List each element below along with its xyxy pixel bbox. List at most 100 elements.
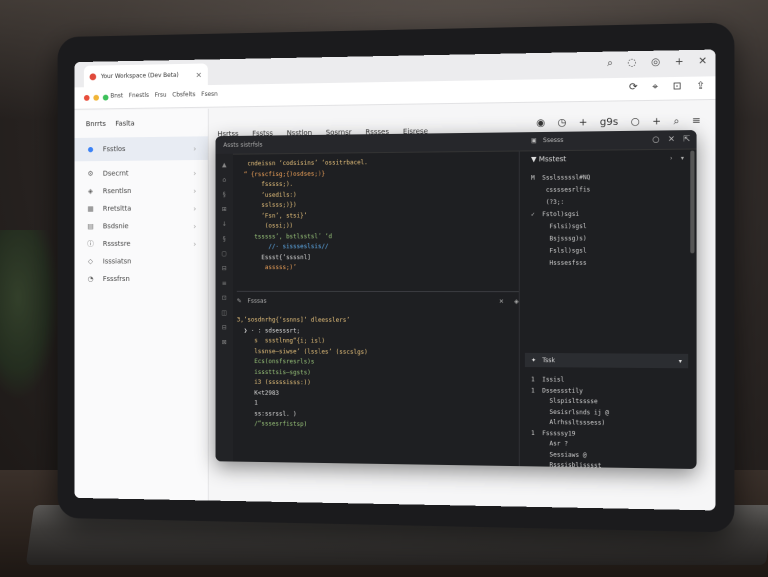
outline-item[interactable]: Hsssesfsss — [531, 258, 590, 270]
bookmark[interactable]: Bnst — [110, 92, 123, 99]
bookmark[interactable]: Fnestls — [129, 92, 149, 99]
bookmark[interactable]: Fsesn — [201, 91, 218, 98]
right-panel-header: ▣ Ssesss ○ ✕ ⇱ — [525, 130, 697, 148]
gutter-icon[interactable]: ⊞ — [222, 206, 227, 213]
outline-item[interactable]: cssssesrlfis — [531, 184, 590, 197]
search-icon[interactable]: ⌕ — [607, 58, 613, 69]
menu-icon[interactable]: ≡ — [692, 116, 701, 127]
sidebar-item-active[interactable]: ● Fsstlos › — [75, 136, 208, 161]
favicon-icon — [90, 73, 97, 80]
sidebar-header-item[interactable]: Faslta — [115, 120, 134, 128]
search-icon[interactable]: ⌕ — [674, 116, 680, 127]
add-icon[interactable]: + — [675, 56, 684, 67]
chevron-down-icon[interactable]: ▾ — [681, 154, 684, 161]
outline-item[interactable]: Fslsl)sgsl — [531, 245, 590, 257]
maximize-dot-icon[interactable] — [103, 95, 109, 101]
outline-item[interactable]: Fslsi)sgsl — [531, 221, 590, 233]
sidebar-header: Bnrrts Faslta — [75, 109, 208, 138]
sidebar-item[interactable]: ◔ Fsssfrsn — [75, 270, 208, 288]
user-icon[interactable]: ◉ — [536, 118, 545, 129]
gutter-icon[interactable]: ≡ — [222, 280, 227, 287]
chat-icon[interactable]: ◌ — [627, 57, 636, 68]
gutter-icon[interactable]: ⊠ — [222, 339, 227, 346]
close-dot-icon[interactable] — [84, 95, 90, 101]
editor-header-title: Assts sistrfsls — [223, 141, 262, 148]
outline-item[interactable]: ✓ Fstol)sgsi — [531, 209, 590, 222]
gutter-icon[interactable]: ⌂ — [222, 176, 226, 183]
gutter-icon[interactable]: ◫ — [221, 310, 226, 317]
close-icon[interactable]: ✕ — [668, 134, 675, 143]
browser-tab[interactable]: Your Workspace (Dev Beta) × — [84, 63, 208, 87]
outline-item[interactable]: Bsjsssg)s) — [531, 233, 590, 245]
panel-header: ✎ Fsssas ✕ ◈ — [237, 294, 519, 309]
clock-icon[interactable]: ◷ — [557, 117, 566, 128]
task-tree[interactable]: 1 Issisl 1 Dssessstily Slspisltsssse Sesi… — [531, 375, 609, 469]
close-icon[interactable]: ✕ — [499, 298, 504, 305]
gear-icon: ⚙ — [86, 170, 95, 178]
code-line: s ssstlnng“{i; isl) — [237, 336, 368, 347]
sidebar-header-item[interactable]: Bnrrts — [86, 120, 106, 128]
panel-divider — [237, 291, 519, 292]
sidebar-item[interactable]: ▤ Bsdsnie › — [75, 217, 208, 235]
gutter-icon[interactable]: ▲ — [222, 162, 226, 169]
counter: g9s — [600, 117, 619, 128]
outline-list[interactable]: M Ssslsssssl#NQ cssssesrlfis (?3;: ✓ Fsto… — [531, 172, 590, 270]
code-line: ‘Fsn’, stsi}’ — [237, 211, 368, 222]
lock-icon[interactable]: ⊡ — [673, 81, 682, 92]
code-line: Essst{‘ssssnl] — [237, 253, 368, 264]
tree-title: Tssk — [542, 357, 555, 364]
sidebar-item[interactable]: ◇ Isssiatsn — [75, 252, 208, 270]
chevron-right-icon: › — [193, 204, 196, 213]
add-icon[interactable]: + — [652, 116, 661, 127]
share-icon[interactable]: ⇪ — [696, 81, 705, 92]
chevron-right-icon: › — [193, 221, 196, 230]
sidebar-item[interactable]: ▦ Rretsltta › — [75, 199, 208, 217]
tree-item[interactable]: Slspisltsssse — [531, 396, 609, 407]
gutter-icon[interactable]: ⊟ — [222, 265, 227, 272]
location-icon[interactable]: ⌖ — [652, 81, 658, 92]
pin-icon: ◇ — [86, 258, 95, 266]
expand-icon[interactable]: ⇱ — [683, 134, 690, 143]
settings-icon[interactable]: ◎ — [651, 57, 660, 68]
terminal-output[interactable]: 3,‘sosdnrhg{‘ssnns]‘ dleesslers’ ❯ · : s… — [237, 316, 368, 432]
info-icon: ⓘ — [86, 239, 95, 249]
bookmark[interactable]: Frsu — [155, 92, 167, 99]
bookmark[interactable]: Cbsfelts — [172, 91, 195, 98]
close-icon[interactable]: ✕ — [698, 56, 707, 67]
sidebar-item[interactable]: ◈ Rsentlsn › — [75, 182, 208, 201]
editor-gutter: ▲ ⌂ § ⊞ ↓ § ▢ ⊟ ≡ ⊡ ◫ ⊟ ⊠ — [216, 154, 233, 462]
chevron-down-icon[interactable]: ▾ — [679, 357, 682, 364]
panel-title: Fsssas — [248, 297, 267, 304]
code-line: i3 (sssssisss:)) — [237, 378, 368, 390]
gutter-icon[interactable]: ▢ — [221, 250, 226, 257]
outline-item[interactable]: (?3;: — [531, 197, 590, 210]
sidebar-item[interactable]: ⚙ Dsecrnt › — [75, 164, 208, 183]
gutter-icon[interactable]: ↓ — [222, 221, 227, 228]
add-icon[interactable]: + — [579, 117, 588, 128]
tree-item[interactable]: Asr ? — [531, 439, 609, 451]
scrollbar[interactable] — [690, 151, 694, 254]
tree-item[interactable]: Alrhssltsssess) — [531, 418, 609, 430]
tree-item[interactable]: 1 Issisl — [531, 375, 609, 386]
pin-icon[interactable]: ✎ — [237, 297, 242, 304]
gutter-icon[interactable]: § — [223, 191, 226, 198]
sidebar-item[interactable]: ⓘ Rssstsre › — [75, 235, 208, 253]
circle-icon[interactable]: ○ — [652, 134, 659, 143]
gutter-icon[interactable]: ⊟ — [222, 324, 227, 331]
tree-item[interactable]: 1 Dssessstily — [531, 386, 609, 397]
gutter-icon[interactable]: ⊡ — [222, 295, 227, 302]
code-area[interactable]: cndeissn ‘codsisins’ ‘ossitrbacel. “ {rs… — [237, 158, 368, 273]
refresh-icon[interactable]: ⟳ — [629, 82, 638, 93]
minimize-dot-icon[interactable] — [93, 95, 99, 101]
code-line: //· sissseslsis// — [237, 242, 368, 253]
gutter-icon[interactable]: § — [223, 236, 226, 243]
tree-item[interactable]: Rsssisblisssst — [531, 460, 609, 469]
outline-item[interactable]: M Ssslsssssl#NQ — [531, 172, 590, 185]
circle-icon[interactable]: ○ — [631, 116, 640, 127]
laptop-screen: Your Workspace (Dev Beta) × ⌕ ◌ ◎ + ✕ Bn… — [75, 50, 716, 511]
chevron-right-icon[interactable]: › — [670, 154, 673, 161]
sidebar-item-label: Rsentlsn — [103, 187, 131, 195]
code-line: cndeissn ‘codsisins’ ‘ossitrbacel. — [237, 158, 368, 170]
tab-close-icon[interactable]: × — [196, 70, 202, 79]
bookmarks-bar: Bnst Fnestls Frsu Cbsfelts Fsesn — [110, 91, 217, 100]
